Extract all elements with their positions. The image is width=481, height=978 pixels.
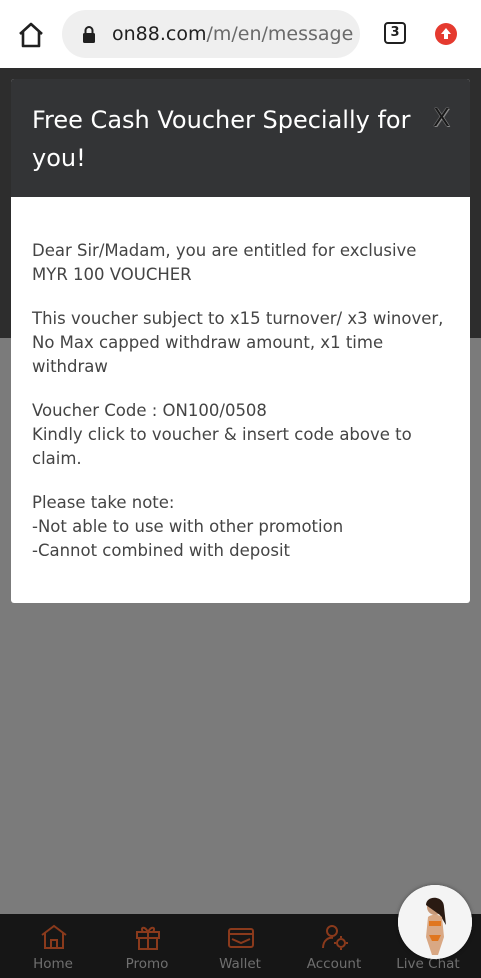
greeting-paragraph: Dear Sir/Madam, you are entitled for exc… <box>32 239 452 287</box>
nav-label-promo: Promo <box>125 956 169 972</box>
terms-paragraph: This voucher subject to x15 turnover/ x3… <box>32 307 452 379</box>
modal-body: Dear Sir/Madam, you are entitled for exc… <box>32 239 452 583</box>
text-line: Please take note: <box>32 493 175 512</box>
nav-label-home: Home <box>33 956 73 972</box>
home-icon[interactable] <box>16 20 46 50</box>
wallet-icon <box>226 922 256 952</box>
nav-account[interactable]: Account <box>286 914 382 978</box>
text-line: claim. <box>32 449 82 468</box>
gift-icon <box>133 922 163 952</box>
voucher-code: Voucher Code : ON100/0508 <box>32 401 267 420</box>
text-line: withdraw <box>32 357 108 376</box>
update-available-icon[interactable] <box>435 23 457 45</box>
url-text: on88.com/m/en/message <box>112 22 353 46</box>
tab-switcher-button[interactable]: 3 <box>384 22 406 44</box>
text-line: Kindly click to voucher & insert code ab… <box>32 425 412 444</box>
nav-label-account: Account <box>306 956 362 972</box>
close-button[interactable]: X <box>433 103 455 133</box>
text-line: MYR 100 VOUCHER <box>32 265 192 284</box>
browser-toolbar: on88.com/m/en/message 3 <box>0 0 481 68</box>
nav-promo[interactable]: Promo <box>99 914 195 978</box>
nav-wallet[interactable]: Wallet <box>192 914 288 978</box>
modal-header: Free Cash Voucher Specially for you! X <box>11 79 470 197</box>
voucher-code-paragraph: Voucher Code : ON100/0508 Kindly click t… <box>32 399 452 471</box>
text-line: This voucher subject to x15 turnover/ x3… <box>32 309 444 328</box>
nav-home[interactable]: Home <box>5 914 101 978</box>
text-line: -Not able to use with other promotion <box>32 517 344 536</box>
lock-icon <box>82 26 96 43</box>
text-line: -Cannot combined with deposit <box>32 541 291 560</box>
nav-label-wallet: Wallet <box>219 956 261 972</box>
voucher-modal: Free Cash Voucher Specially for you! X D… <box>11 79 470 603</box>
account-settings-icon <box>320 922 350 952</box>
text-line: No Max capped withdraw amount, x1 time <box>32 333 384 352</box>
url-host: on88.com <box>112 23 207 45</box>
address-bar[interactable]: on88.com/m/en/message <box>62 10 360 58</box>
modal-title: Free Cash Voucher Specially for you! <box>32 106 411 172</box>
live-chat-avatar[interactable] <box>398 885 472 959</box>
note-paragraph: Please take note: -Not able to use with … <box>32 491 452 563</box>
url-path: /m/en/message <box>206 23 354 45</box>
home-icon <box>39 922 69 952</box>
text-line: Dear Sir/Madam, you are entitled for exc… <box>32 241 417 260</box>
